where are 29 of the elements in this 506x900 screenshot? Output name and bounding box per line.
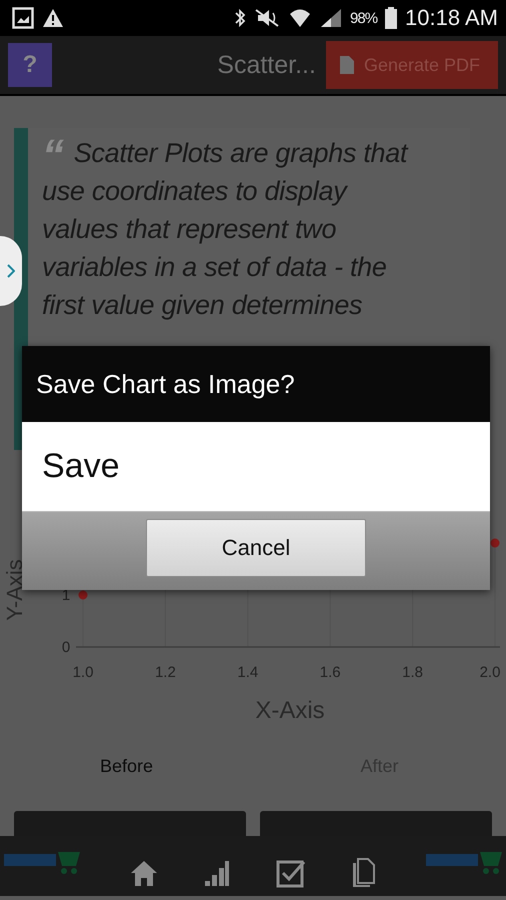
screen-title: Scatter... — [216, 50, 316, 80]
home-icon[interactable] — [130, 859, 158, 887]
signal-icon — [320, 8, 342, 28]
document-icon — [340, 56, 354, 74]
x-tick-label: 1.0 — [72, 664, 94, 681]
drawer-handle[interactable] — [0, 236, 22, 306]
x-tick-label: 1.6 — [320, 664, 341, 681]
battery-icon — [385, 7, 398, 29]
bluetooth-icon — [234, 8, 246, 28]
mute-icon — [254, 8, 280, 28]
chevron-right-icon — [7, 264, 15, 278]
image-icon — [12, 7, 34, 29]
x-tick-label: 1.2 — [154, 664, 176, 681]
cancel-button[interactable]: Cancel — [146, 519, 366, 577]
tab[interactable]: Before — [0, 756, 253, 776]
y-tick-label: 0 — [62, 639, 70, 656]
warning-icon — [42, 8, 64, 28]
documents-icon[interactable] — [352, 858, 376, 888]
dialog-option[interactable]: Save — [22, 422, 490, 512]
battery-percent: 98% — [350, 10, 378, 26]
x-tick-label: 1.8 — [402, 664, 424, 681]
wifi-icon — [288, 7, 312, 29]
x-tick-label: 1.4 — [237, 664, 258, 681]
checkbox-icon[interactable] — [276, 858, 306, 888]
signal-bars-icon[interactable] — [204, 860, 230, 886]
clock-time: 10:18 AM — [405, 5, 498, 31]
x-tick-label: 2.0 — [480, 664, 500, 681]
dialog-title: Save Chart as Image? — [22, 346, 490, 422]
help-button[interactable]: ? — [8, 43, 52, 87]
